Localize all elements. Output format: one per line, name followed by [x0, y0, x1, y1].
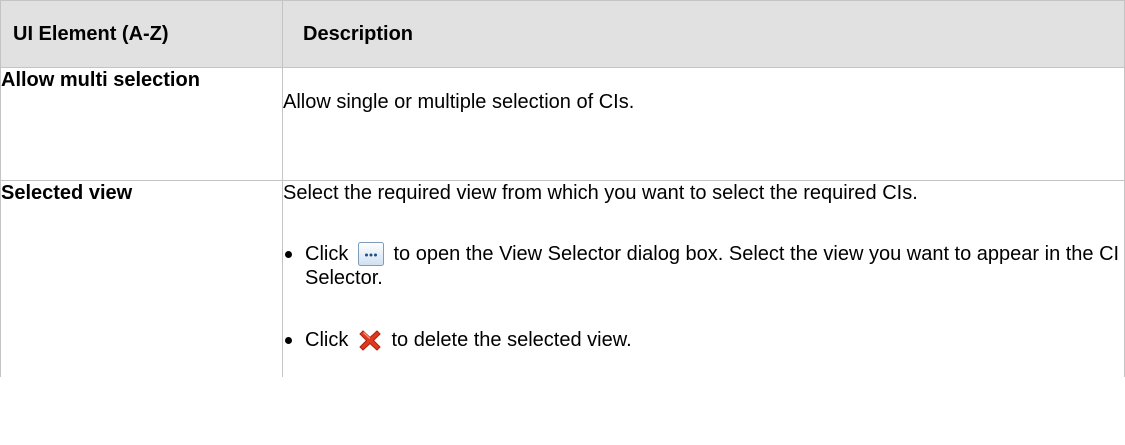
table-row: Selected view Select the required view f…: [0, 180, 1125, 377]
ellipsis-button-icon[interactable]: [357, 242, 384, 266]
bullet-prefix-text: Click: [305, 243, 349, 265]
bullet-suffix-text: to open the View Selector dialog box. Se…: [305, 243, 1120, 289]
ui-element-name: Allow multi selection: [0, 67, 283, 181]
red-x-delete-icon[interactable]: [358, 328, 382, 352]
bullet-suffix-text: to delete the selected view.: [391, 329, 632, 351]
bullet-prefix-text: Click: [305, 329, 349, 351]
column-header-ui-element: UI Element (A-Z): [0, 0, 283, 68]
table-row: Allow multi selection Allow single or mu…: [0, 67, 1125, 181]
description-text: Allow single or multiple selection of CI…: [283, 91, 635, 113]
ui-element-table: UI Element (A-Z) Description Allow multi…: [0, 0, 1125, 377]
description-text: Select the required view from which you …: [283, 182, 918, 204]
column-header-description: Description: [282, 0, 1125, 68]
ui-element-description: Allow single or multiple selection of CI…: [282, 67, 1125, 181]
ui-element-description: Select the required view from which you …: [282, 180, 1125, 377]
ui-element-name: Selected view: [0, 180, 283, 377]
list-item: Click to delete the selected view.: [283, 328, 1124, 352]
description-bullet-list: Click to open the View Selector dialog b…: [283, 242, 1124, 352]
list-item: Click to open the View Selector dialog b…: [283, 242, 1124, 290]
table-header-row: UI Element (A-Z) Description: [0, 0, 1125, 68]
